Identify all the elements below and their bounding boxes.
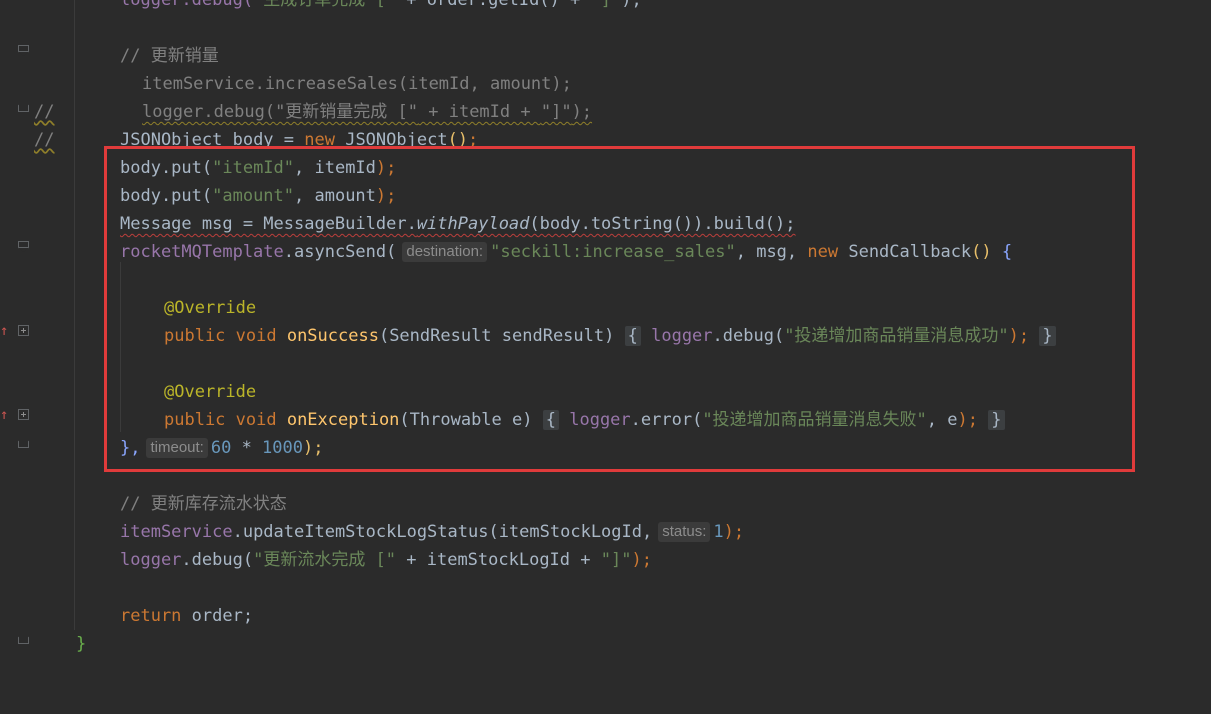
code-token: (Throwable e): [399, 410, 533, 430]
code-token: JSONObject: [334, 130, 448, 150]
code-token: .error(: [630, 410, 703, 430]
code-token: },: [120, 438, 141, 458]
code-line: public void onSuccess(SendResult sendRes…: [0, 322, 1211, 350]
parameter-hint: status:: [658, 522, 711, 542]
code-string: "投递增加商品销量消息成功": [784, 326, 1009, 346]
code-token: );: [723, 522, 745, 542]
code-keyword: public void: [164, 410, 287, 430]
code-number: 1000: [262, 438, 303, 458]
code-line: JSONObject body = new JSONObject();: [0, 126, 1211, 154]
code-token: body.put(: [120, 158, 213, 178]
code-token: );: [571, 102, 593, 122]
code-commented: itemService.increaseSales(itemId, amount…: [142, 74, 572, 94]
folded-brace[interactable]: }: [1039, 326, 1056, 346]
code-token: , amount: [294, 186, 376, 206]
code-token: , itemId: [294, 158, 376, 178]
code-token: {: [991, 242, 1013, 262]
code-token: .debug(: [181, 550, 254, 570]
code-token: );: [375, 158, 397, 178]
parameter-hint: timeout:: [146, 438, 208, 458]
code-line: body.put("amount", amount);: [0, 182, 1211, 210]
code-comment: // 更新库存流水状态: [120, 494, 287, 514]
code-comment: // 更新销量: [120, 46, 219, 66]
code-line: // itemService.increaseSales(itemId, amo…: [0, 70, 1211, 122]
code-token: .asyncSend(: [283, 242, 397, 262]
code-line: // 更新库存流水状态: [0, 490, 1211, 518]
code-number: 60: [210, 438, 232, 458]
code-token: order;: [181, 606, 254, 626]
code-string: "amount": [212, 186, 295, 206]
folded-brace[interactable]: {: [624, 326, 641, 346]
code-token: (SendResult sendResult): [378, 326, 615, 346]
code-keyword: new: [304, 130, 335, 150]
code-token: "生成订单完成 [": [253, 0, 397, 10]
code-token: );: [957, 410, 978, 430]
code-token: *: [231, 438, 263, 458]
code-token: ;: [468, 130, 479, 150]
code-token: );: [631, 550, 652, 570]
code-string: "seckill:increase_sales": [490, 242, 736, 262]
code-field: logger: [569, 410, 631, 430]
code-field: itemService: [120, 522, 233, 542]
code-line: // 更新销量: [0, 42, 1211, 70]
code-token: body.put(: [120, 186, 213, 206]
code-token: "]": [540, 102, 572, 122]
code-string: "itemId": [212, 158, 295, 178]
code-token: logger.debug(: [120, 0, 254, 10]
code-token: (): [971, 242, 992, 262]
code-token: + order.getId() +: [396, 0, 591, 10]
code-line: logger.debug("生成订单完成 [" + order.getId() …: [0, 0, 1211, 14]
code-line: itemService.updateItemStockLogStatus(ite…: [0, 518, 1211, 546]
parameter-hint: destination:: [402, 242, 488, 262]
code-token: );: [621, 0, 642, 10]
code-token: );: [303, 438, 324, 458]
code-token: );: [375, 186, 397, 206]
code-method: onSuccess: [286, 326, 379, 346]
code-line: // logger.debug("更新销量完成 [" + itemId + "]…: [0, 98, 1211, 150]
code-token: , msg,: [735, 242, 808, 262]
code-string: "]": [600, 550, 632, 570]
code-keyword: new: [807, 242, 839, 262]
code-field: logger: [651, 326, 713, 346]
code-line: Message msg = MessageBuilder.withPayload…: [0, 210, 1211, 238]
code-token: .updateItemStockLogStatus(itemStockLogId…: [232, 522, 653, 542]
code-token: SendCallback: [838, 242, 972, 262]
code-keyword: return: [120, 606, 182, 626]
code-line: return order;: [0, 602, 1211, 630]
code-token: body =: [222, 130, 305, 150]
code-line: body.put("itemId", itemId);: [0, 154, 1211, 182]
code-line: @Override: [0, 294, 1211, 322]
code-annotation: @Override: [164, 382, 257, 402]
code-line: @Override: [0, 378, 1211, 406]
code-token: "更新销量完成 [": [275, 102, 419, 122]
code-string: "更新流水完成 [": [253, 550, 397, 570]
code-method: onException: [286, 410, 400, 430]
code-line: }, timeout: 60 * 1000);: [0, 434, 1211, 462]
code-token: .debug(: [712, 326, 785, 346]
code-line: rocketMQTemplate.asyncSend(destination: "…: [0, 238, 1211, 266]
code-line: logger.debug("更新流水完成 [" + itemStockLogId…: [0, 546, 1211, 574]
code-token: );: [1008, 326, 1030, 346]
code-number: 1: [713, 522, 724, 542]
code-token: "]": [590, 0, 622, 10]
folded-brace[interactable]: }: [988, 410, 1005, 430]
code-brace: }: [76, 634, 87, 654]
code-token: , e: [926, 410, 958, 430]
code-method: withPayload: [416, 214, 530, 234]
code-annotation: @Override: [164, 298, 257, 318]
code-line: public void onException(Throwable e) { l…: [0, 406, 1211, 434]
code-token: + itemStockLogId +: [396, 550, 601, 570]
code-string: "投递增加商品销量消息失败": [702, 410, 927, 430]
code-token: logger.debug(: [142, 102, 276, 122]
code-token: JSONObject: [120, 130, 223, 150]
folded-brace[interactable]: {: [542, 410, 559, 430]
code-field: logger: [120, 550, 182, 570]
code-line: }: [0, 630, 1211, 658]
code-token: (): [447, 130, 469, 150]
code-token: (body.toString()).build();: [529, 214, 796, 234]
code-field: rocketMQTemplate: [120, 242, 284, 262]
code-token: + itemId +: [418, 102, 541, 122]
code-keyword: public void: [164, 326, 287, 346]
code-token: Message msg = MessageBuilder.: [120, 214, 417, 234]
